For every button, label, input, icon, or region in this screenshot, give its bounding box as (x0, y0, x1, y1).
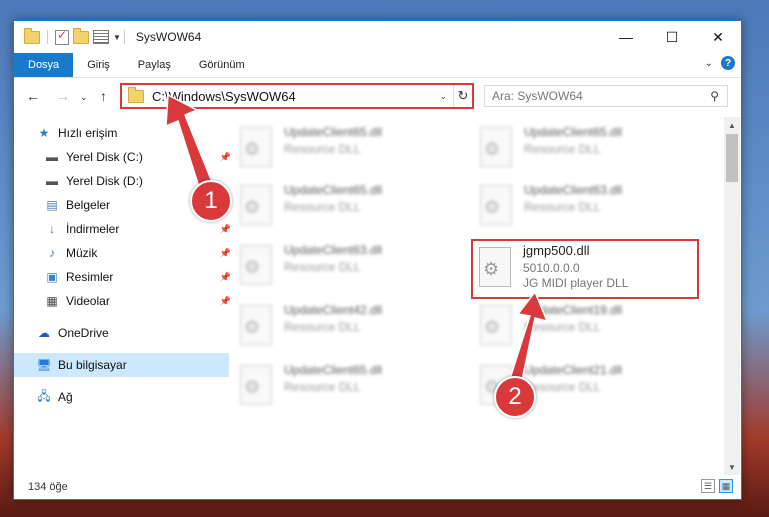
annotation-arrows (165, 93, 549, 392)
arrow-to-address-bar (165, 93, 213, 192)
step-1-badge: 1 (190, 180, 232, 222)
step-2-badge: 2 (494, 376, 536, 418)
